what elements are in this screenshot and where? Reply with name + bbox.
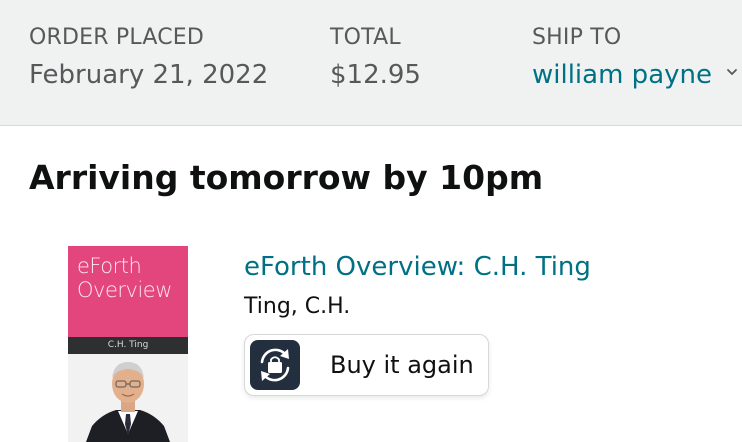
cover-title-line1: eForth <box>77 254 142 278</box>
order-placed-label: ORDER PLACED <box>29 25 205 50</box>
product-author: Ting, C.H. <box>244 294 351 319</box>
cover-title-line2: Overview <box>77 278 172 302</box>
ship-to-section: SHIP TO william payne <box>532 24 738 92</box>
order-placed-section: ORDER PLACED February 21, 2022 <box>29 24 268 92</box>
ship-to-label: SHIP TO <box>532 25 622 50</box>
author-portrait-image <box>68 354 188 442</box>
order-total-section: TOTAL $12.95 <box>330 24 421 92</box>
order-total-value: $12.95 <box>330 60 421 90</box>
buy-it-again-label: Buy it again <box>330 351 474 379</box>
chevron-down-icon <box>727 69 737 75</box>
buy-again-icon <box>250 340 300 390</box>
order-header: ORDER PLACED February 21, 2022 TOTAL $12… <box>0 0 742 126</box>
order-placed-date: February 21, 2022 <box>29 60 269 90</box>
cover-author-photo <box>68 354 188 442</box>
buy-it-again-button[interactable]: Buy it again <box>244 334 489 396</box>
product-title-link[interactable]: eForth Overview: C.H. Ting <box>244 250 591 284</box>
order-total-label: TOTAL <box>330 25 401 50</box>
delivery-status: Arriving tomorrow by 10pm <box>29 158 544 197</box>
ship-to-recipient-name: william payne <box>532 60 712 90</box>
ship-to-recipient-link[interactable]: william payne <box>532 58 738 92</box>
cover-title-panel: eForth Overview <box>68 246 188 337</box>
product-cover-image[interactable]: eForth Overview C.H. Ting <box>68 246 188 442</box>
cover-author-band: C.H. Ting <box>68 337 188 354</box>
